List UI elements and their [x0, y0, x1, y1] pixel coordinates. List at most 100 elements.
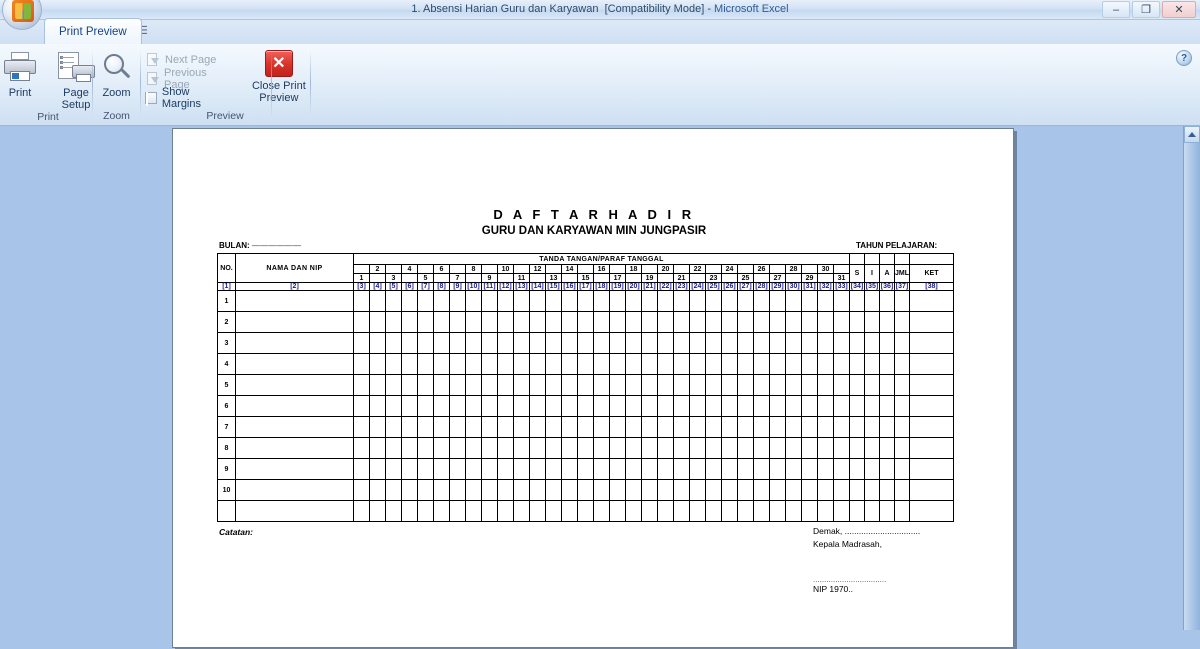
cell-day-29: [801, 479, 818, 501]
show-margins-checkbox[interactable]: Show Margins: [142, 86, 234, 110]
cell-nama: [235, 374, 354, 396]
cell-day-4: [401, 395, 418, 417]
cell-day-29: [801, 311, 818, 333]
cell-day-27: [769, 437, 786, 459]
index-day-26: [28]: [753, 282, 770, 291]
zoom-button[interactable]: Zoom: [89, 50, 145, 99]
index-summary-1: [34]: [849, 282, 865, 291]
cell-day-5: [417, 458, 434, 480]
day-cell-blank: [353, 264, 370, 274]
minimize-button[interactable]: –: [1102, 1, 1130, 18]
cell-summary-JML: [894, 416, 910, 438]
day-cell-8: 8: [465, 264, 482, 274]
cell-day-26: [753, 353, 770, 375]
cell-day-14: [561, 479, 578, 501]
cell-day-23: [705, 290, 722, 312]
row-number: 7: [217, 416, 236, 438]
cell-day-8: [465, 374, 482, 396]
table-row[interactable]: 3: [217, 332, 954, 354]
print-preview-canvas[interactable]: D A F T A R H A D I R GURU DAN KARYAWAN …: [0, 126, 1200, 648]
table-row[interactable]: 7: [217, 416, 954, 438]
cell-day-31: [833, 479, 850, 501]
cell-day-14: [561, 290, 578, 312]
cell-day-17: [609, 500, 626, 522]
cell-day-20: [657, 374, 674, 396]
index-day-15: [17]: [577, 282, 594, 291]
ribbon-group-print: Print Page Setup Print: [4, 46, 95, 124]
vertical-scrollbar[interactable]: [1183, 126, 1200, 630]
cell-nama: [235, 416, 354, 438]
signature-place: Demak, ................................: [813, 526, 921, 536]
table-row[interactable]: 8: [217, 437, 954, 459]
tab-print-preview[interactable]: Print Preview: [44, 18, 142, 44]
day-cell-blank: [625, 273, 642, 283]
cell-day-4: [401, 290, 418, 312]
day-cell-11: 11: [513, 273, 530, 283]
cell-nama: [235, 395, 354, 417]
table-row[interactable]: 5: [217, 374, 954, 396]
cell-day-31: [833, 500, 850, 522]
day-cell-blank: [785, 273, 802, 283]
day-cell-30: 30: [817, 264, 834, 274]
cell-summary-A: [879, 290, 895, 312]
day-cell-25: 25: [737, 273, 754, 283]
cell-day-3: [385, 458, 402, 480]
cell-day-25: [737, 500, 754, 522]
ribbon-group-preview-label: Preview: [206, 110, 244, 122]
table-row[interactable]: 1: [217, 290, 954, 312]
cell-day-5: [417, 437, 434, 459]
print-button[interactable]: Print: [0, 50, 48, 99]
cell-summary-JML: [894, 437, 910, 459]
day-cell-blank: [801, 264, 818, 274]
table-row[interactable]: [217, 500, 954, 522]
cell-summary-JML: [894, 395, 910, 417]
restore-button[interactable]: ❐: [1132, 1, 1160, 18]
cell-day-23: [705, 458, 722, 480]
window-title-mode: [Compatibility Mode]: [604, 3, 705, 15]
cell-day-9: [481, 437, 498, 459]
day-cell-19: 19: [641, 273, 658, 283]
cell-day-16: [593, 374, 610, 396]
cell-day-15: [577, 311, 594, 333]
row-number: 3: [217, 332, 236, 354]
cell-day-8: [465, 437, 482, 459]
scroll-up-button[interactable]: [1184, 126, 1200, 143]
index-ket: [38]: [909, 282, 954, 291]
cell-day-27: [769, 374, 786, 396]
cell-ket: [909, 353, 954, 375]
page-setup-button-label: Page Setup: [61, 87, 91, 111]
print-button-label: Print: [8, 87, 32, 99]
close-button[interactable]: ✕: [1162, 1, 1196, 18]
table-row[interactable]: 9: [217, 458, 954, 480]
table-row[interactable]: 2: [217, 311, 954, 333]
ribbon-divider-2: [140, 50, 141, 116]
cell-day-7: [449, 290, 466, 312]
close-print-preview-button[interactable]: ✕ Close Print Preview: [250, 48, 308, 104]
cell-day-6: [433, 353, 450, 375]
cell-day-2: [369, 395, 386, 417]
cell-summary-I: [864, 374, 880, 396]
cell-day-22: [689, 395, 706, 417]
cell-day-23: [705, 479, 722, 501]
day-cell-blank: [769, 264, 786, 274]
cell-day-23: [705, 416, 722, 438]
day-cell-16: 16: [593, 264, 610, 274]
cell-day-2: [369, 479, 386, 501]
help-icon[interactable]: ?: [1176, 50, 1192, 66]
table-row[interactable]: 6: [217, 395, 954, 417]
cell-day-15: [577, 353, 594, 375]
cell-day-9: [481, 332, 498, 354]
table-row[interactable]: 4: [217, 353, 954, 375]
index-day-19: [21]: [641, 282, 658, 291]
cell-day-8: [465, 416, 482, 438]
cell-day-19: [641, 500, 658, 522]
day-cell-blank: [529, 273, 546, 283]
cell-summary-I: [864, 395, 880, 417]
ribbon-group-preview-body: Next Page Previous Page Show Margins ✕ C…: [142, 46, 308, 118]
cell-day-16: [593, 311, 610, 333]
cell-day-2: [369, 311, 386, 333]
cell-day-10: [497, 500, 514, 522]
table-row[interactable]: 10: [217, 479, 954, 501]
cell-day-28: [785, 311, 802, 333]
cell-day-13: [545, 290, 562, 312]
